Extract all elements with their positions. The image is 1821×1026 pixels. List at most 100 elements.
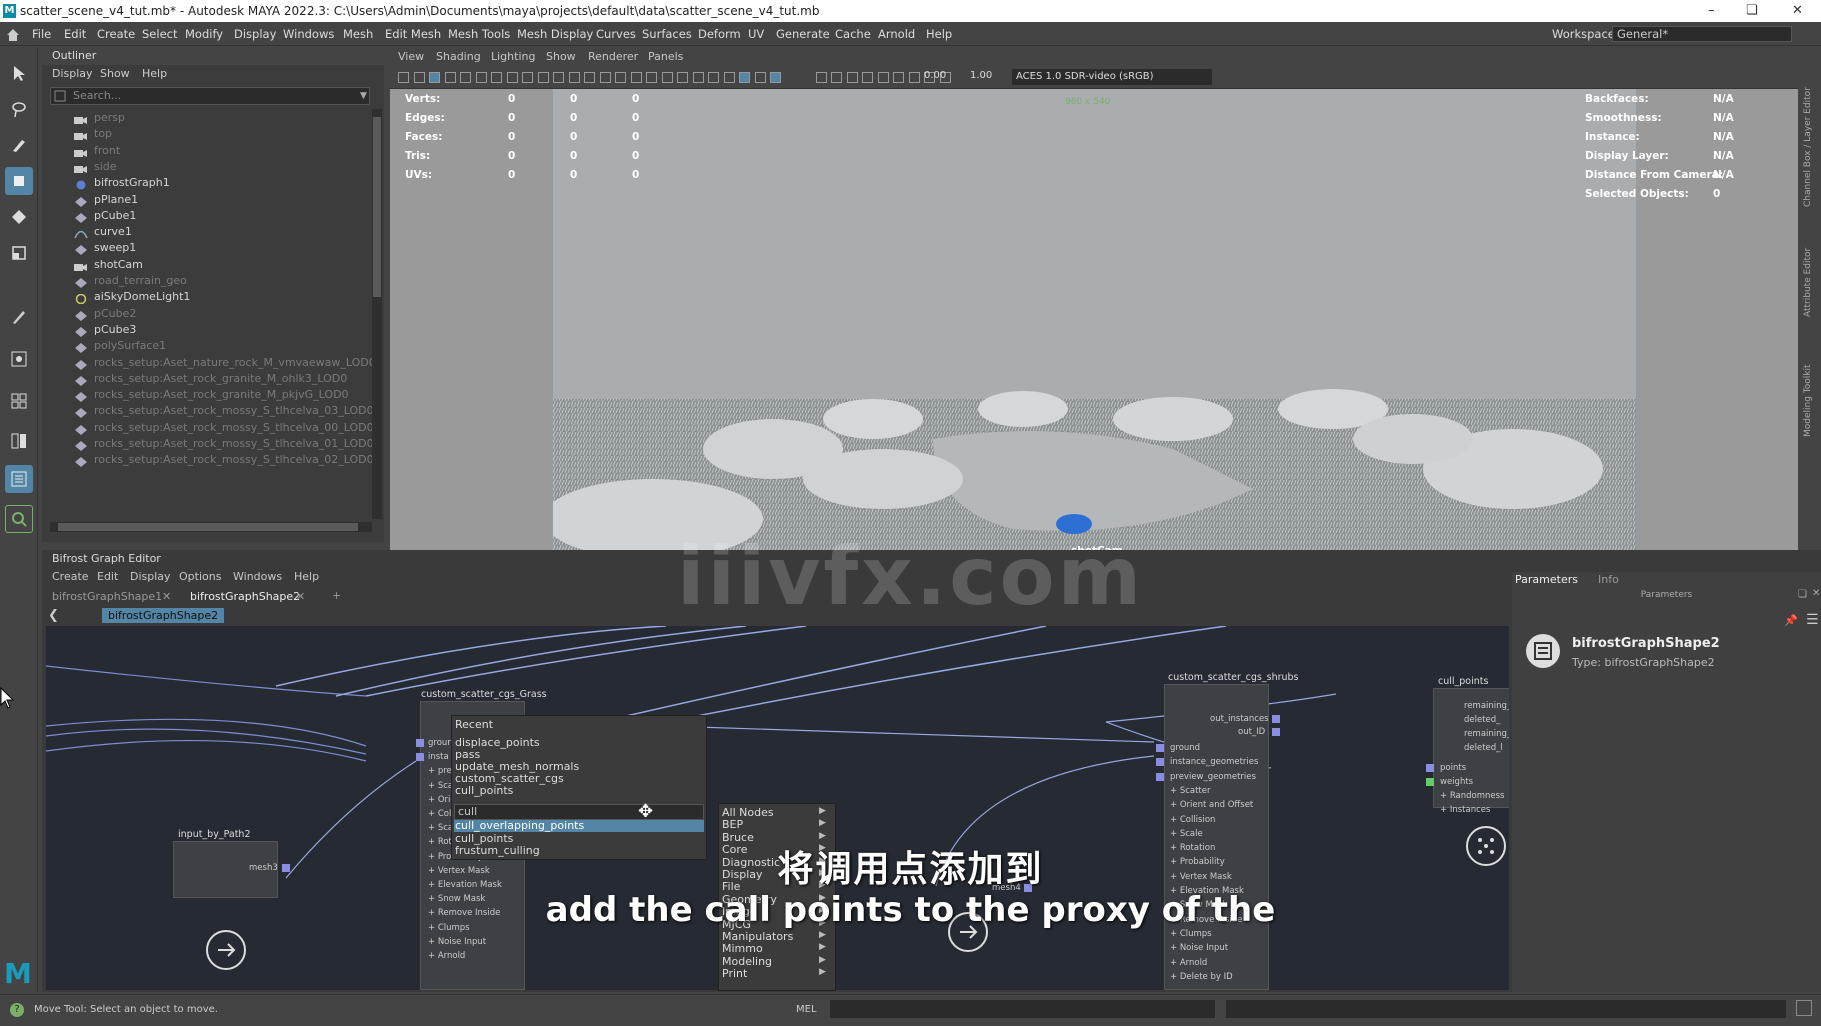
rotate-tool-icon[interactable] xyxy=(5,203,33,231)
viewport-tool-icon[interactable] xyxy=(460,72,471,83)
outliner-item[interactable]: top xyxy=(74,125,112,143)
menu-generate[interactable]: Generate xyxy=(776,22,830,46)
layout-two-icon[interactable] xyxy=(5,427,33,455)
viewport-tool-icon[interactable] xyxy=(615,72,626,83)
category-item[interactable]: All Nodes xyxy=(722,806,774,819)
exposure-value[interactable]: 0.00 xyxy=(924,70,946,81)
menu-arnold[interactable]: Arnold xyxy=(878,22,915,46)
outliner-item[interactable]: road_terrain_geo xyxy=(74,272,187,290)
category-item[interactable]: BEP xyxy=(722,818,743,831)
tab-channel-box[interactable]: Channel Box / Layer Editor xyxy=(1803,67,1813,207)
move-tool-icon[interactable] xyxy=(5,167,33,195)
viewport-tool-icon[interactable] xyxy=(677,72,688,83)
outliner-item[interactable]: rocks_setup:Aset_rock_granite_M_pkjvG_LO… xyxy=(74,386,349,404)
viewport-tool-icon[interactable] xyxy=(444,72,456,83)
viewport-tool-icon[interactable] xyxy=(846,72,858,83)
mel-label[interactable]: MEL xyxy=(796,1004,817,1015)
viewport-tool-icon[interactable] xyxy=(692,72,704,83)
vp-menu-lighting[interactable]: Lighting xyxy=(491,47,535,67)
port-out-id-socket[interactable] xyxy=(1272,728,1280,736)
cull-port-socket[interactable] xyxy=(1426,764,1434,772)
category-item[interactable]: Print xyxy=(722,967,747,980)
outliner-item[interactable]: rocks_setup:Aset_nature_rock_M_vmvaewaw_… xyxy=(74,354,376,372)
viewport-tool-icon[interactable] xyxy=(646,72,657,83)
outliner-menu-help[interactable]: Help xyxy=(142,65,167,83)
viewport-tool-icon[interactable] xyxy=(568,72,580,83)
outliner-item[interactable]: rocks_setup:Aset_rock_granite_M_ohlk3_LO… xyxy=(74,370,347,388)
shrubs-port-socket[interactable] xyxy=(1156,744,1164,752)
viewport-tool-icon[interactable] xyxy=(723,72,735,83)
menu-modify[interactable]: Modify xyxy=(185,22,223,46)
menu-windows[interactable]: Windows xyxy=(283,22,334,46)
viewport-view[interactable]: shotCam 960 x 540 Verts: 0 0 0 Edges: 0 0 0 Face… xyxy=(390,89,1798,591)
outliner-menu-display[interactable]: Display xyxy=(52,65,93,83)
terminal-output-icon[interactable] xyxy=(206,930,246,970)
menu-create[interactable]: Create xyxy=(97,22,135,46)
outliner-item[interactable]: sweep1 xyxy=(74,239,136,257)
outliner-item[interactable]: pCube2 xyxy=(74,305,136,323)
menu-file[interactable]: File xyxy=(32,22,51,46)
outliner-search-input[interactable]: Search... xyxy=(50,87,370,105)
viewport-tool-icon[interactable] xyxy=(877,72,889,83)
outliner-item[interactable]: aiSkyDomeLight1 xyxy=(74,288,190,306)
tab-modeling-toolkit[interactable]: Modeling Toolkit xyxy=(1803,337,1813,437)
viewport-tool-icon[interactable] xyxy=(537,72,549,83)
viewport-tool-icon[interactable] xyxy=(522,72,533,83)
viewport-tool-icon[interactable] xyxy=(739,72,750,83)
outliner-item[interactable]: persp xyxy=(74,109,125,127)
outliner-item[interactable]: rocks_setup:Aset_rock_mossy_S_tlhcelva_0… xyxy=(74,435,374,453)
outliner-item[interactable]: rocks_setup:Aset_rock_mossy_S_tlhcelva_0… xyxy=(74,402,374,420)
vp-menu-view[interactable]: View xyxy=(398,47,424,67)
script-editor-icon[interactable] xyxy=(1796,1000,1812,1016)
outliner-item[interactable]: bifrostGraph1 xyxy=(74,174,170,192)
cull-port-socket[interactable] xyxy=(1426,778,1434,786)
outliner-item[interactable]: shotCam xyxy=(74,256,143,274)
scale-tool-icon[interactable] xyxy=(5,239,33,267)
viewport-tool-icon[interactable] xyxy=(584,72,595,83)
menu-mesh[interactable]: Mesh xyxy=(343,22,373,46)
menu-mesh-tools[interactable]: Mesh Tools xyxy=(448,22,510,46)
menu-edit[interactable]: Edit xyxy=(64,22,86,46)
viewport-tool-icon[interactable] xyxy=(553,72,564,83)
category-item[interactable]: Manipulators xyxy=(722,930,793,943)
viewport-tool-icon[interactable] xyxy=(770,72,781,83)
outliner-menu-show[interactable]: Show xyxy=(100,65,130,83)
search-icon[interactable] xyxy=(5,505,33,533)
outliner-item[interactable]: rocks_setup:Aset_rock_mossy_S_tlhcelva_0… xyxy=(74,419,374,437)
menu-curves[interactable]: Curves xyxy=(596,22,636,46)
viewport-tool-icon[interactable] xyxy=(661,72,673,83)
search-dropdown-icon[interactable]: ▼ xyxy=(360,91,367,101)
minimize-icon[interactable]: – xyxy=(1708,0,1715,22)
menu-surfaces[interactable]: Surfaces xyxy=(642,22,692,46)
restore-icon[interactable]: ❏ xyxy=(1746,0,1758,22)
command-line-input[interactable] xyxy=(830,1000,1215,1018)
sculpt-tool-icon[interactable] xyxy=(5,303,33,331)
viewport-tool-icon[interactable] xyxy=(908,72,920,83)
color-space-select[interactable]: ACES 1.0 SDR-video (sRGB) xyxy=(1012,69,1212,85)
recent-item[interactable]: cull_points xyxy=(455,784,513,797)
viewport-tool-icon[interactable] xyxy=(831,72,842,83)
outliner-item[interactable]: side xyxy=(74,158,117,176)
layout-outliner-icon[interactable] xyxy=(5,465,33,493)
viewport-tool-icon[interactable] xyxy=(708,72,719,83)
menu-uv[interactable]: UV xyxy=(748,22,764,46)
viewport-tool-icon[interactable] xyxy=(491,72,502,83)
viewport-tool-icon[interactable] xyxy=(599,72,611,83)
scene-render[interactable]: shotCam 960 x 540 xyxy=(553,89,1636,591)
viewport-tool-icon[interactable] xyxy=(815,72,827,83)
outliner-item[interactable]: pCube3 xyxy=(74,321,136,339)
outliner-item[interactable]: pCube1 xyxy=(74,207,136,225)
grass-port-socket[interactable] xyxy=(416,739,424,747)
menu-mesh-display[interactable]: Mesh Display xyxy=(517,22,593,46)
menu-display[interactable]: Display xyxy=(234,22,276,46)
outliner-item[interactable]: curve1 xyxy=(74,223,132,241)
vp-menu-panels[interactable]: Panels xyxy=(648,47,683,67)
viewport-tool-icon[interactable] xyxy=(413,72,425,83)
menu-cache[interactable]: Cache xyxy=(835,22,871,46)
outliner-item[interactable]: polySurface1 xyxy=(74,337,166,355)
outliner-item[interactable]: pPlane1 xyxy=(74,191,138,209)
layout-single-icon[interactable] xyxy=(5,345,33,373)
search-result[interactable]: cull_overlapping_points xyxy=(455,819,584,832)
shrubs-port-socket[interactable] xyxy=(1156,772,1164,781)
workspace-select[interactable]: General* xyxy=(1612,26,1792,42)
